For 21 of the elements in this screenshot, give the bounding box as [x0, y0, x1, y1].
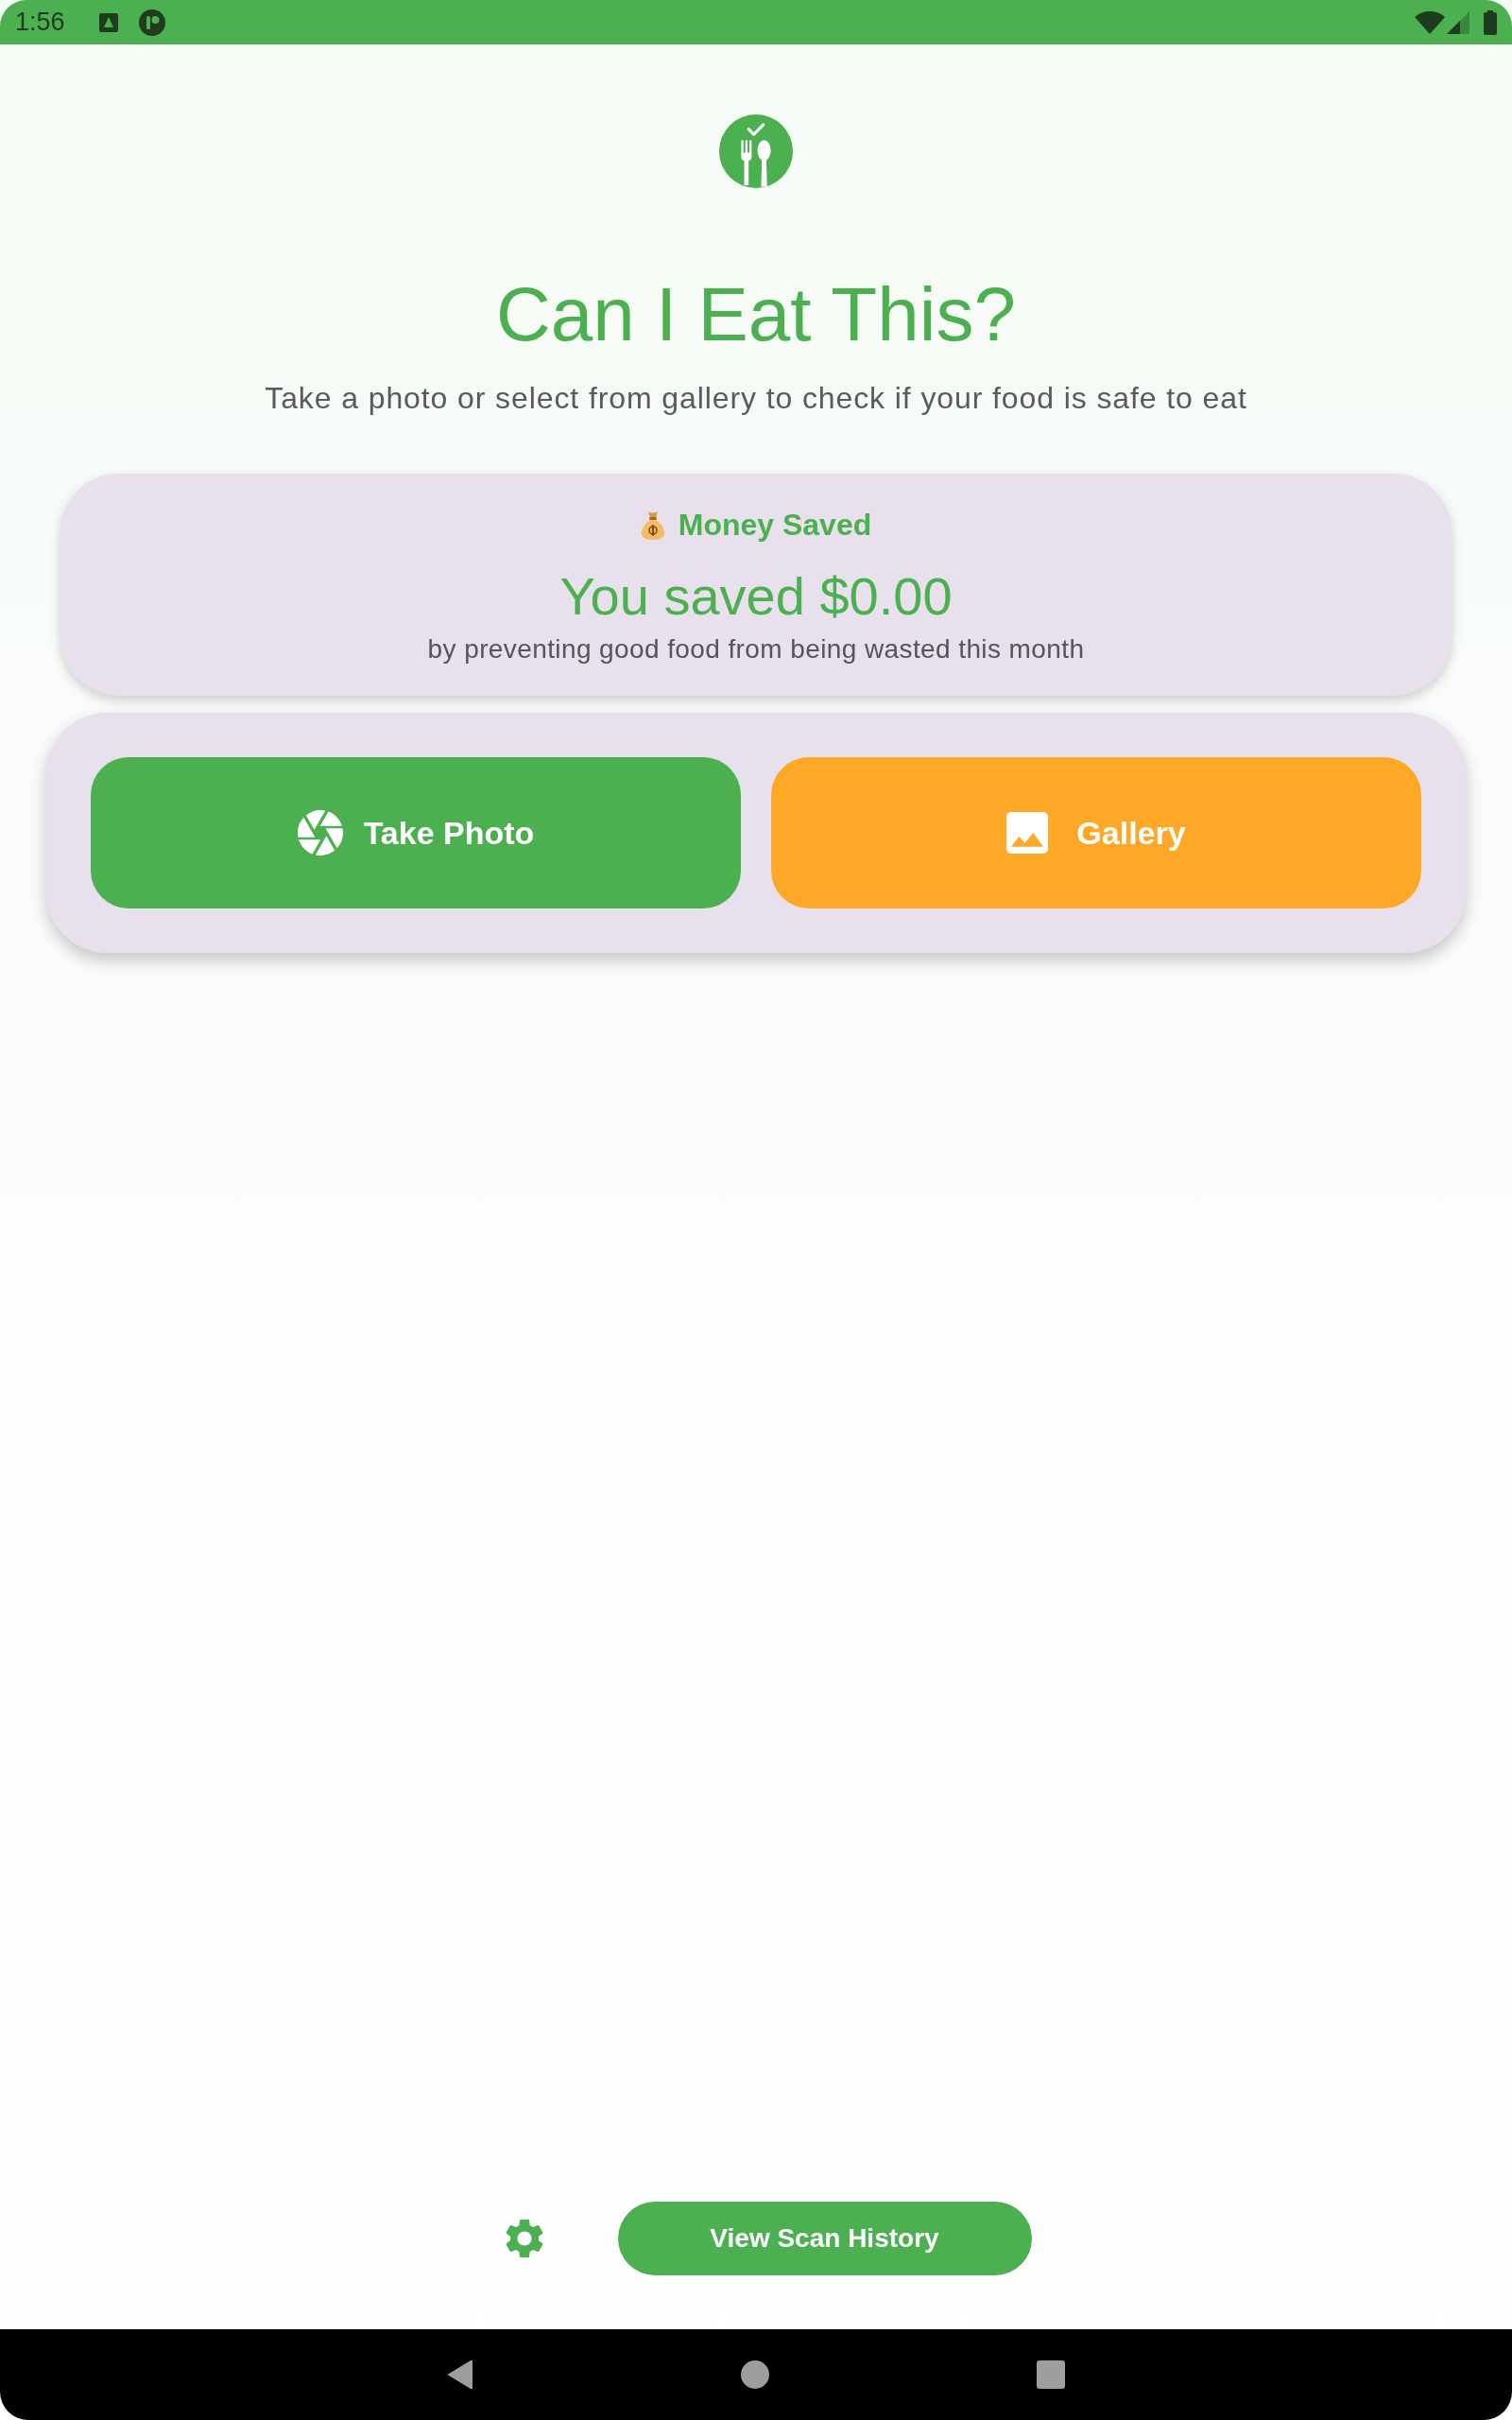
back-icon[interactable] [447, 2360, 473, 2390]
logo-icon [719, 114, 793, 188]
signal-icon [1447, 10, 1469, 34]
view-history-button[interactable]: View Scan History [617, 2202, 1032, 2275]
gallery-button[interactable]: Gallery [771, 757, 1421, 908]
home-icon[interactable] [741, 2360, 769, 2389]
notification-icon [98, 12, 118, 32]
take-photo-button[interactable]: Take Photo [91, 757, 741, 908]
status-time: 1:56 [15, 9, 65, 35]
image-icon [1006, 812, 1049, 854]
savings-heading: Money Saved [678, 507, 872, 544]
app-notification-icon [138, 9, 165, 36]
battery-icon [1484, 9, 1497, 35]
savings-amount: You saved $0.00 [559, 566, 953, 627]
savings-caption: by preventing good food from being wasted this month [427, 633, 1085, 666]
app-title: Can I Eat This? [496, 271, 1016, 358]
wifi-icon [1415, 10, 1445, 34]
money-bag-icon [640, 510, 665, 540]
settings-icon[interactable] [505, 2220, 543, 2257]
aperture-icon [297, 810, 343, 856]
app-subtitle: Take a photo or select from gallery to check if your food is safe to eat [265, 380, 1247, 417]
